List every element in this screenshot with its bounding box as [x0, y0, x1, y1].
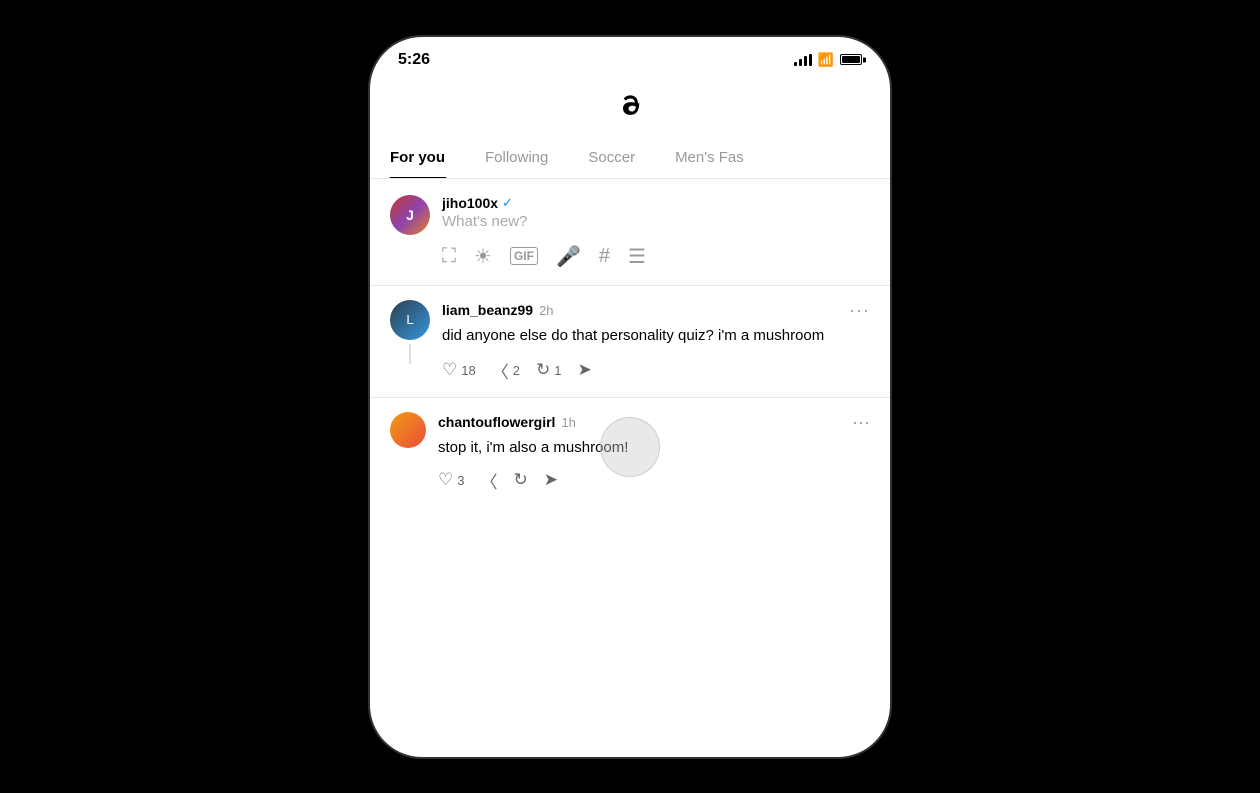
share-icon-chantou: ➤ [544, 470, 558, 490]
post-user-row-liam: liam_beanz99 2h ··· [442, 300, 870, 321]
camera-icon[interactable]: ☀ [474, 244, 492, 269]
repost-icon-chantou: ↻ [513, 470, 527, 490]
list-icon[interactable]: ☰ [628, 244, 646, 269]
like-count-liam: 18 [461, 363, 475, 378]
reply-more-chantou[interactable]: ··· [852, 412, 870, 433]
tab-following[interactable]: Following [465, 137, 568, 178]
reply-content-chantou: chantouflowergirl 1h ··· stop it, i'm al… [438, 412, 870, 493]
post-more-liam[interactable]: ··· [849, 300, 870, 321]
like-button-liam[interactable]: ♡ 18 [442, 360, 476, 380]
status-icons: 📶 [794, 52, 862, 68]
post-time-liam: 2h [539, 303, 553, 318]
thread-line [409, 344, 411, 364]
reply-header-chantou: chantouflowergirl 1h ··· stop it, i'm al… [390, 412, 870, 493]
compose-placeholder[interactable]: What's new? [442, 213, 870, 230]
tab-soccer[interactable]: Soccer [568, 137, 655, 178]
repost-button-chantou[interactable]: ↻ [513, 470, 527, 490]
compose-user-row: jiho100x ✓ [442, 195, 870, 211]
compose-actions: ⛶ ☀ GIF 🎤 # ☰ [442, 244, 870, 269]
comment-count-liam: 2 [513, 363, 520, 378]
reply-user-info-chantou: chantouflowergirl 1h [438, 414, 576, 430]
reply-username-chantou: chantouflowergirl [438, 414, 555, 430]
phone-frame: 5:26 📶 For you Following Soccer Men's Fa… [370, 37, 890, 757]
share-button-liam[interactable]: ➤ [577, 360, 591, 380]
compose-username: jiho100x [442, 195, 498, 211]
comment-icon-chantou: 〈 [480, 468, 497, 493]
comment-icon: 〈 [492, 358, 509, 383]
compose-section: J jiho100x ✓ What's new? ⛶ ☀ GIF 🎤 # ☰ [370, 179, 890, 286]
repost-count-liam: 1 [554, 363, 561, 378]
gif-icon[interactable]: GIF [510, 247, 538, 265]
like-count-chantou: 3 [457, 473, 464, 488]
comment-button-chantou[interactable]: 〈 [480, 468, 497, 493]
post-text-liam: did anyone else do that personality quiz… [442, 325, 870, 346]
comment-button-liam[interactable]: 〈 2 [492, 358, 520, 383]
threads-logo [370, 77, 890, 137]
image-icon[interactable]: ⛶ [442, 245, 456, 268]
status-bar: 5:26 📶 [370, 37, 890, 77]
tab-for-you[interactable]: For you [370, 137, 465, 178]
post-user-info-liam: liam_beanz99 2h [442, 302, 554, 318]
reply-user-row-chantou: chantouflowergirl 1h ··· [438, 412, 870, 433]
heart-icon-chantou: ♡ [438, 470, 453, 490]
signal-icon [794, 54, 812, 66]
avatar-liam: L [390, 300, 430, 340]
hashtag-icon[interactable]: # [599, 245, 610, 268]
repost-icon: ↻ [536, 360, 550, 380]
feed-tabs: For you Following Soccer Men's Fas [370, 137, 890, 179]
battery-icon [840, 54, 862, 65]
post-avatar-col-liam: L [390, 300, 430, 364]
repost-button-liam[interactable]: ↻ 1 [536, 360, 561, 380]
mic-icon[interactable]: 🎤 [556, 244, 581, 269]
post-header-liam: L liam_beanz99 2h ··· did anyone else do… [390, 300, 870, 383]
reply-actions-chantou: ♡ 3 〈 ↻ ➤ [438, 468, 870, 493]
share-button-chantou[interactable]: ➤ [544, 470, 558, 490]
heart-icon: ♡ [442, 360, 457, 380]
compose-avatar: J [390, 195, 430, 235]
verified-icon: ✓ [502, 195, 513, 211]
reply-time-chantou: 1h [561, 415, 575, 430]
tab-mens-fas[interactable]: Men's Fas [655, 137, 764, 178]
status-time: 5:26 [398, 51, 430, 69]
like-button-chantou[interactable]: ♡ 3 [438, 470, 464, 490]
share-icon: ➤ [577, 360, 591, 380]
post-chantou: chantouflowergirl 1h ··· stop it, i'm al… [370, 398, 890, 507]
compose-area: jiho100x ✓ What's new? ⛶ ☀ GIF 🎤 # ☰ [442, 195, 870, 269]
post-username-liam: liam_beanz99 [442, 302, 533, 318]
post-content-liam: liam_beanz99 2h ··· did anyone else do t… [442, 300, 870, 383]
reply-text-chantou: stop it, i'm also a mushroom! [438, 437, 870, 458]
wifi-icon: 📶 [818, 52, 834, 68]
avatar-chantou [390, 412, 426, 448]
post-actions-liam: ♡ 18 〈 2 ↻ 1 ➤ [442, 358, 870, 383]
post-liam: L liam_beanz99 2h ··· did anyone else do… [370, 286, 890, 398]
